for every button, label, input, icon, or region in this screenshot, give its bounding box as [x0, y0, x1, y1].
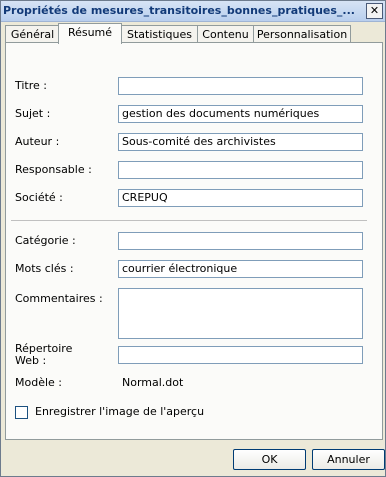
close-icon: ✕ [369, 4, 380, 17]
commentaires-field[interactable] [118, 288, 363, 339]
societe-label: Société : [15, 191, 63, 204]
categorie-field[interactable] [118, 232, 363, 250]
title-bar[interactable]: Propriétés de mesures_transitoires_bonne… [1, 1, 385, 22]
save-preview-label[interactable]: Enregistrer l'image de l'aperçu [35, 405, 204, 418]
responsable-label: Responsable : [15, 163, 92, 176]
tab-resume[interactable]: Résumé [58, 23, 122, 44]
save-preview-checkbox[interactable] [15, 406, 28, 419]
auteur-field[interactable]: Sous-comité des archivistes [118, 133, 363, 151]
sujet-label: Sujet : [15, 107, 51, 120]
societe-field[interactable]: CREPUQ [118, 189, 363, 207]
repertoire-web-label: Répertoire Web : [15, 342, 73, 367]
modele-value: Normal.dot [122, 376, 184, 389]
repertoire-web-field[interactable] [118, 346, 363, 364]
auteur-label: Auteur : [15, 135, 60, 148]
sujet-field[interactable]: gestion des documents numériques [118, 105, 363, 123]
modele-label: Modèle : [15, 376, 62, 389]
categorie-label: Catégorie : [15, 234, 76, 247]
titre-field[interactable] [118, 77, 363, 95]
tab-personnalisation[interactable]: Personnalisation [253, 25, 351, 43]
commentaires-label: Commentaires : [15, 292, 103, 305]
tab-general[interactable]: Général [5, 25, 60, 43]
separator [11, 220, 367, 221]
titre-label: Titre : [15, 79, 48, 92]
mots-cles-label: Mots clés : [15, 262, 74, 275]
tab-statistiques[interactable]: Statistiques [121, 25, 198, 43]
mots-cles-field[interactable]: courrier électronique [118, 260, 363, 278]
properties-dialog: Propriétés de mesures_transitoires_bonne… [0, 0, 386, 477]
tab-contenu[interactable]: Contenu [197, 25, 254, 43]
cancel-button[interactable]: Annuler [312, 449, 385, 470]
window-title: Propriétés de mesures_transitoires_bonne… [3, 4, 355, 17]
close-button[interactable]: ✕ [366, 3, 383, 19]
responsable-field[interactable] [118, 161, 363, 179]
ok-button[interactable]: OK [233, 449, 306, 470]
